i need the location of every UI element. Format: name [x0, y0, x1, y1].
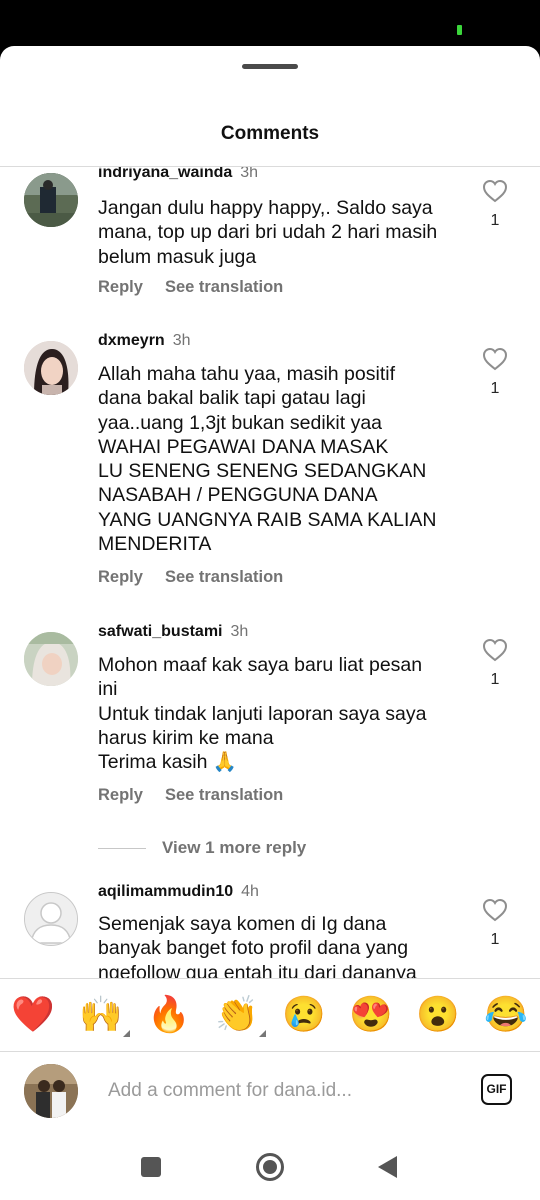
- drag-handle[interactable]: [242, 64, 298, 69]
- view-more-replies-label[interactable]: View 1 more reply: [162, 838, 306, 857]
- heart-outline-icon[interactable]: [482, 638, 508, 662]
- see-translation-button[interactable]: See translation: [165, 786, 283, 805]
- reply-button[interactable]: Reply: [98, 568, 143, 587]
- avatar[interactable]: [24, 173, 78, 227]
- circle-icon[interactable]: [255, 1152, 285, 1182]
- emoji-fire[interactable]: 🔥: [146, 993, 192, 1037]
- comment-header: dxmeyrn 3h: [98, 332, 191, 350]
- heart-outline-icon[interactable]: [482, 179, 508, 203]
- emoji-clapping[interactable]: 👏: [214, 993, 266, 1037]
- heart-outline-icon[interactable]: [482, 347, 508, 371]
- comment-actions: Reply See translation: [98, 278, 305, 297]
- comments-list[interactable]: indriyana_wainda 3h Jangan dulu happy hap…: [0, 167, 540, 978]
- comment-header: indriyana_wainda 3h: [98, 167, 258, 182]
- comments-sheet: Comments indriyana_wainda 3h Jangan dulu …: [0, 46, 540, 1200]
- like-count: 1: [490, 671, 500, 688]
- emoji-surprised[interactable]: 😮: [415, 993, 461, 1037]
- reply-button[interactable]: Reply: [98, 786, 143, 805]
- skin-tone-indicator: [259, 1030, 266, 1037]
- comment-username[interactable]: safwati_bustami: [98, 623, 222, 640]
- emoji-raising-hands[interactable]: 🙌: [78, 993, 130, 1037]
- comment-text: Jangan dulu happy happy,. Saldo saya man…: [98, 197, 438, 268]
- comment-composer: GIF: [0, 1051, 540, 1134]
- comment-text: Allah maha tahu yaa, masih positif dana …: [98, 363, 437, 556]
- current-user-avatar: [24, 1064, 78, 1118]
- like-column: 1: [480, 638, 510, 689]
- comment-username[interactable]: dxmeyrn: [98, 332, 165, 349]
- view-more-replies[interactable]: View 1 more reply: [98, 838, 306, 858]
- comment-actions: Reply See translation: [98, 786, 305, 805]
- comment-input[interactable]: [98, 1073, 478, 1109]
- avatar[interactable]: [24, 632, 78, 686]
- like-column: 1: [480, 898, 510, 949]
- emoji-crying[interactable]: 😢: [281, 993, 327, 1037]
- comment-time: 3h: [230, 623, 249, 640]
- triangle-back-icon[interactable]: [373, 1152, 403, 1182]
- sheet-title: Comments: [220, 123, 320, 144]
- battery-icon: [457, 25, 462, 35]
- avatar[interactable]: [24, 341, 78, 395]
- skin-tone-indicator: [123, 1030, 130, 1037]
- emoji-laughing[interactable]: 😂: [483, 993, 529, 1037]
- like-column: 1: [480, 179, 510, 230]
- comment-text: Mohon maaf kak saya baru liat pesan ini …: [98, 654, 427, 774]
- see-translation-button[interactable]: See translation: [165, 568, 283, 587]
- see-translation-button[interactable]: See translation: [165, 278, 283, 297]
- like-count: 1: [490, 212, 500, 229]
- comment-username[interactable]: indriyana_wainda: [98, 167, 232, 181]
- comment-actions: Reply See translation: [98, 568, 305, 587]
- square-icon[interactable]: [136, 1152, 166, 1182]
- emoji-reaction-bar: ❤️ 🙌 🔥 👏 😢 😍 😮 😂: [0, 978, 540, 1052]
- emoji-clapping-glyph: 👏: [215, 995, 259, 1034]
- comment-text: Semenjak saya komen di Ig dana banyak ba…: [98, 913, 417, 978]
- reply-button[interactable]: Reply: [98, 278, 143, 297]
- status-bar: [0, 0, 540, 46]
- comment-time: 4h: [241, 883, 259, 900]
- heart-outline-icon[interactable]: [482, 898, 508, 922]
- avatar[interactable]: [24, 892, 78, 946]
- like-column: 1: [480, 347, 510, 398]
- emoji-heart[interactable]: ❤️: [10, 993, 56, 1037]
- emoji-raising-hands-glyph: 🙌: [79, 995, 123, 1034]
- system-nav-bar: [0, 1134, 540, 1200]
- comment-header: aqilimammudin10 4h: [98, 883, 259, 901]
- emoji-heart-eyes[interactable]: 😍: [348, 993, 394, 1037]
- replies-divider: [98, 848, 146, 850]
- like-count: 1: [490, 931, 500, 948]
- gif-icon[interactable]: GIF: [481, 1074, 512, 1105]
- comment-header: safwati_bustami 3h: [98, 623, 248, 641]
- comment-time: 3h: [240, 167, 259, 181]
- comment-time: 3h: [172, 332, 191, 349]
- comment-username[interactable]: aqilimammudin10: [98, 883, 233, 900]
- like-count: 1: [490, 380, 500, 397]
